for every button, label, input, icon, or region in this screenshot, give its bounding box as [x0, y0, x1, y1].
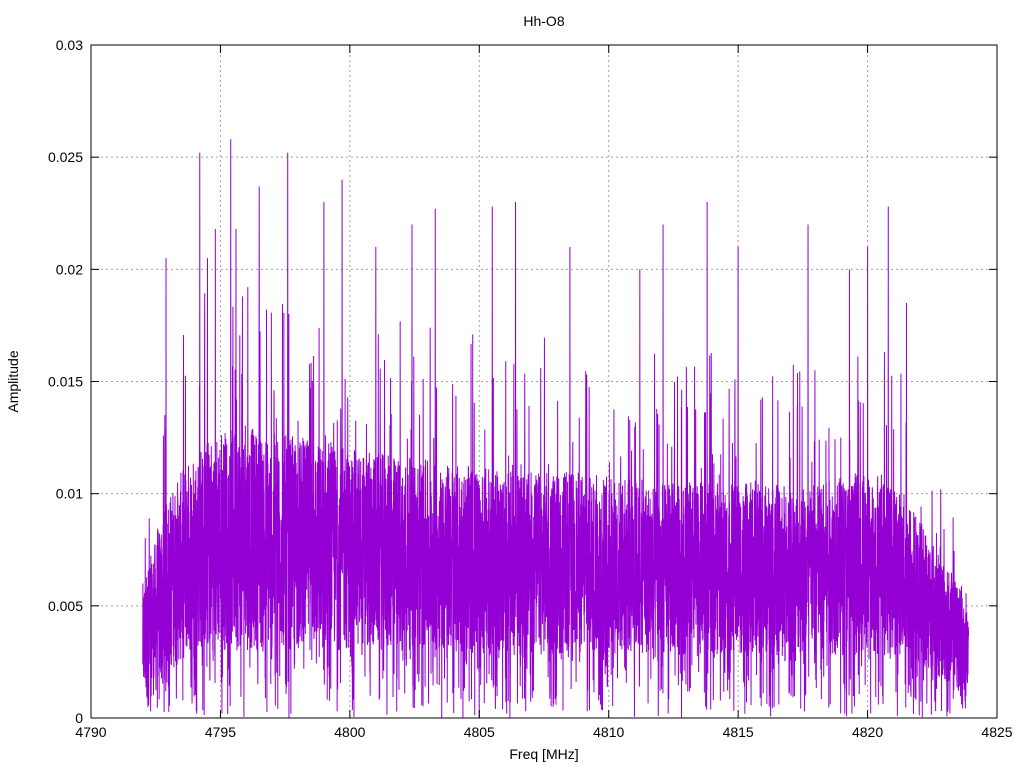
y-tick-label: 0.03	[56, 37, 83, 53]
y-tick-label: 0.015	[48, 374, 83, 390]
y-tick-label: 0	[75, 710, 83, 726]
chart: 4790 4795 4800 4805 4810 4815 4820 4825 0 0.005 0.…	[0, 0, 1024, 768]
x-tick-label: 4800	[334, 724, 365, 740]
y-tick-label: 0.005	[48, 598, 83, 614]
y-tick-label: 0.025	[48, 149, 83, 165]
x-tick-label: 4825	[981, 724, 1012, 740]
x-tick-label: 4795	[205, 724, 236, 740]
x-tick-label: 4810	[593, 724, 624, 740]
x-tick-label: 4805	[464, 724, 495, 740]
x-tick-label: 4790	[75, 724, 106, 740]
chart-title: Hh-O8	[523, 13, 564, 29]
y-axis-label: Amplitude	[5, 350, 21, 412]
x-tick-label: 4815	[723, 724, 754, 740]
x-axis-label: Freq [MHz]	[509, 746, 578, 762]
x-tick-label: 4820	[852, 724, 883, 740]
y-tick-label: 0.01	[56, 486, 83, 502]
y-tick-label: 0.02	[56, 261, 83, 277]
